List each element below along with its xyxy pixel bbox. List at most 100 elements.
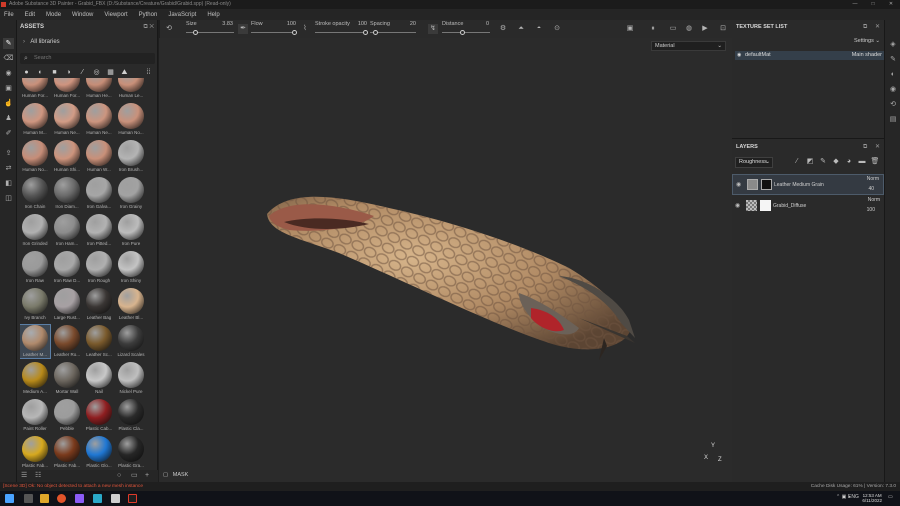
asset-tile[interactable]: Human Ne... — [84, 103, 114, 136]
symmetry-icon[interactable]: ⟲ — [164, 24, 174, 34]
undock-icon[interactable]: ⧉ — [863, 144, 867, 150]
mask-thumbnail[interactable] — [761, 179, 772, 190]
asset-tile[interactable]: Ivy Branch — [20, 288, 50, 321]
add-mask-icon[interactable]: ◩ — [805, 157, 815, 167]
light-icon[interactable]: ⏶ — [516, 24, 526, 34]
layer-row[interactable]: ◉ Leather Medium Grain Norm 40 — [732, 174, 884, 195]
filter-alphas-icon[interactable]: ▦ — [105, 67, 116, 78]
asset-tile[interactable]: Iron Chain — [20, 177, 50, 210]
stroke-opacity-slider[interactable] — [315, 30, 368, 35]
log-dock-icon[interactable]: ▤ — [888, 115, 898, 125]
app-icon-blue[interactable] — [93, 494, 102, 503]
search-input[interactable]: ⌕ Search — [20, 53, 155, 64]
add-asset-icon[interactable]: + — [145, 470, 149, 482]
asset-tile[interactable]: Nail — [84, 362, 114, 395]
menu-python[interactable]: Python — [139, 12, 158, 18]
menu-viewport[interactable]: Viewport — [104, 12, 127, 18]
delete-layer-icon[interactable]: 🗑 — [870, 157, 880, 167]
asset-tile[interactable]: Leather M... — [20, 324, 51, 359]
display-icon[interactable]: ◧ — [3, 178, 14, 189]
asset-tile[interactable]: Iron Ham... — [52, 214, 82, 247]
asset-tile[interactable]: Lizard Scales — [116, 325, 146, 358]
asset-tile[interactable]: Pebble — [52, 399, 82, 432]
substance-painter-taskbar-icon[interactable] — [128, 494, 137, 503]
add-folder-icon[interactable]: ▬ — [857, 157, 867, 167]
menu-edit[interactable]: Edit — [25, 12, 35, 18]
screenshot-icon[interactable]: ▣ — [625, 24, 635, 34]
asset-tile[interactable]: Human For... — [20, 78, 50, 99]
display-settings-dock-icon[interactable]: ◉ — [888, 85, 898, 95]
language-indicator[interactable]: ENG — [848, 494, 859, 500]
asset-tile[interactable]: Human For... — [52, 78, 82, 99]
projection-icon[interactable]: ◉ — [3, 68, 14, 79]
blend-mode[interactable]: Norm — [867, 176, 879, 182]
environment-icon[interactable]: ◓ — [534, 24, 544, 34]
add-fill-layer-icon[interactable]: ◆ — [831, 157, 841, 167]
filter-particles-icon[interactable]: ◎ — [91, 67, 102, 78]
firefox-icon[interactable] — [57, 494, 66, 503]
asset-tile[interactable]: Human No... — [20, 140, 50, 173]
layers-dock-icon[interactable]: ◈ — [888, 40, 898, 50]
grid-view-icon[interactable]: ⁞⁞ — [143, 67, 154, 78]
clone-stamp-icon[interactable]: ♟ — [3, 113, 14, 124]
asset-tile[interactable]: Plastic Glo... — [84, 436, 114, 469]
pause-icon[interactable]: ⏸ — [648, 24, 658, 34]
asset-tile[interactable]: Iron Shiny — [116, 251, 146, 284]
asset-tile[interactable]: Human He... — [84, 78, 114, 99]
geometry-fill-icon[interactable]: ▣ — [3, 83, 14, 94]
folder-view-icon[interactable]: ☷ — [35, 470, 41, 482]
history-dock-icon[interactable]: ⟲ — [888, 100, 898, 110]
visual-studio-icon[interactable] — [75, 494, 84, 503]
video-icon[interactable]: ▶ — [700, 24, 710, 34]
properties-dock-icon[interactable]: ✎ — [888, 55, 898, 65]
shader-name[interactable]: Main shader — [852, 51, 882, 60]
asset-tile[interactable]: Iron Pure — [116, 214, 146, 247]
menu-javascript[interactable]: JavaScript — [168, 12, 196, 18]
library-selector[interactable]: › All libraries — [23, 39, 60, 45]
flow-pressure-icon[interactable]: ⌇ — [300, 24, 310, 34]
settings-tool-icon[interactable]: ⚙ — [498, 24, 508, 34]
asset-tile[interactable]: Nickel Pure — [116, 362, 146, 395]
maximize-button[interactable]: □ — [864, 0, 882, 9]
asset-tile[interactable]: Iron Pitted... — [84, 214, 114, 247]
menu-help[interactable]: Help — [207, 12, 219, 18]
asset-tile[interactable]: Human No... — [116, 103, 146, 136]
asset-tile[interactable]: Leather Sc... — [84, 325, 114, 358]
layer-opacity[interactable]: 100 — [867, 207, 875, 213]
flow-slider[interactable] — [251, 30, 297, 35]
eye-icon[interactable]: ◉ — [736, 181, 741, 188]
asset-tile[interactable]: Iron Brush... — [116, 140, 146, 173]
asset-tile[interactable]: Human Le... — [116, 78, 146, 99]
eye-icon[interactable]: ◉ — [735, 202, 740, 209]
zoom-icon[interactable]: ○ — [117, 470, 121, 482]
menu-file[interactable]: File — [4, 12, 14, 18]
asset-tile[interactable]: Iron Galva... — [84, 177, 114, 210]
flow-value[interactable]: 100 — [280, 21, 296, 27]
close-panel-icon[interactable]: ✕ — [149, 24, 154, 30]
3d-viewport[interactable]: Material ⌄ Y X Z ▢ MASK — [159, 38, 732, 482]
layer-row[interactable]: ◉ Grabid_Diffuse Norm 100 — [732, 196, 884, 217]
tile-size-icon[interactable]: ▭ — [131, 470, 138, 482]
channel-dropdown[interactable]: Roughness ⌄ — [735, 157, 773, 168]
close-panel-icon[interactable]: ✕ — [875, 24, 880, 30]
camera-icon[interactable]: ◫ — [3, 193, 14, 204]
export-icon[interactable]: ⇄ — [3, 163, 14, 174]
texture-set-dock-icon[interactable]: ◐ — [888, 70, 898, 80]
asset-tile[interactable]: Human M... — [20, 103, 50, 136]
size-value[interactable]: 3.83 — [218, 21, 233, 27]
color-picker-icon[interactable]: ✐ — [3, 128, 14, 139]
add-group-icon[interactable]: ◕ — [844, 157, 854, 167]
undock-icon[interactable]: ⧉ — [863, 24, 867, 30]
filter-environments-icon[interactable]: ⛰ — [119, 67, 130, 78]
asset-tile[interactable]: Paint Roller — [20, 399, 50, 432]
asset-tile[interactable]: Large Rust... — [52, 288, 82, 321]
distance-slider[interactable] — [442, 30, 490, 35]
folder-icon[interactable]: ▭ — [668, 24, 678, 34]
lazy-mouse-icon[interactable]: ↯ — [428, 24, 438, 34]
asset-tile[interactable]: Human Shi... — [52, 140, 82, 173]
eraser-icon[interactable]: ⌫ — [3, 53, 14, 64]
list-view-icon[interactable]: ☰ — [21, 470, 27, 482]
stroke-opacity-value[interactable]: 100 — [351, 21, 367, 27]
layer-opacity[interactable]: 40 — [868, 186, 874, 192]
asset-tile[interactable]: Iron Grainy — [116, 177, 146, 210]
